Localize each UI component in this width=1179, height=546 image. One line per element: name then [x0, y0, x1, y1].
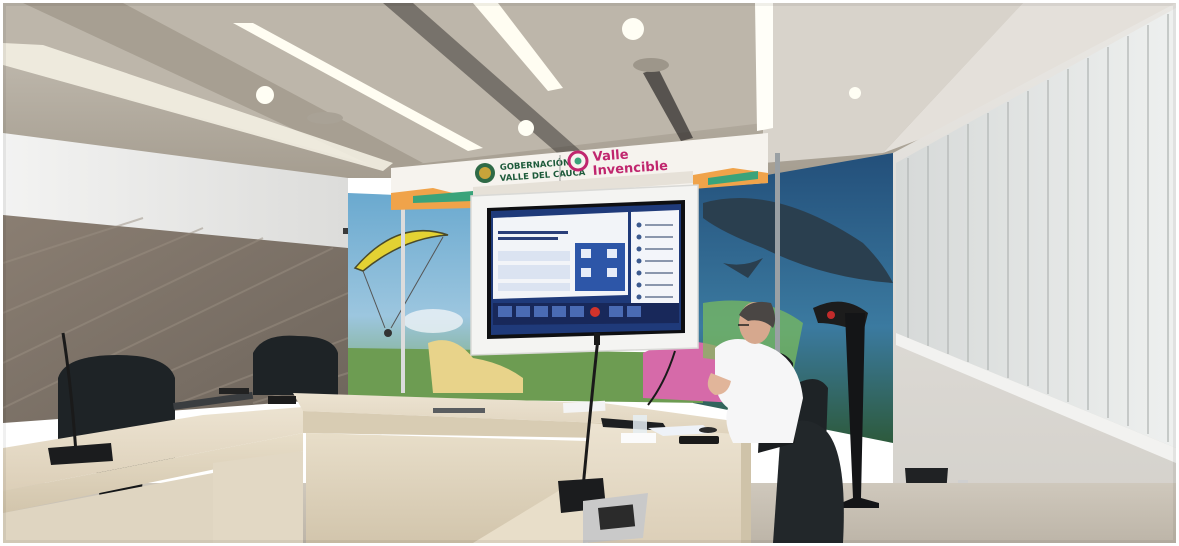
- mic-base: [268, 396, 296, 404]
- device: [219, 388, 249, 394]
- end-call-icon: [590, 307, 600, 317]
- downlight: [849, 87, 861, 99]
- cloud: [403, 309, 463, 333]
- speaker-grille: [307, 112, 343, 124]
- remote: [699, 427, 717, 433]
- paper-sheet: [621, 433, 656, 443]
- downlight: [518, 120, 534, 136]
- speaker-grille: [633, 58, 669, 72]
- downlight: [256, 86, 274, 104]
- mural-pole: [401, 208, 405, 393]
- phone: [679, 436, 719, 444]
- ceiling-light-strip: [755, 3, 773, 131]
- paraglider-pilot: [384, 329, 392, 337]
- pen-tray: [433, 408, 485, 413]
- wall-display: [470, 184, 699, 356]
- downlight: [622, 18, 644, 40]
- office-chair: [253, 335, 338, 395]
- conference-room-photo: GOBERNACIÓN VALLE DEL CAUCA Valle Invenc…: [0, 0, 1179, 546]
- photo-scene: GOBERNACIÓN VALLE DEL CAUCA Valle Invenc…: [0, 0, 1179, 546]
